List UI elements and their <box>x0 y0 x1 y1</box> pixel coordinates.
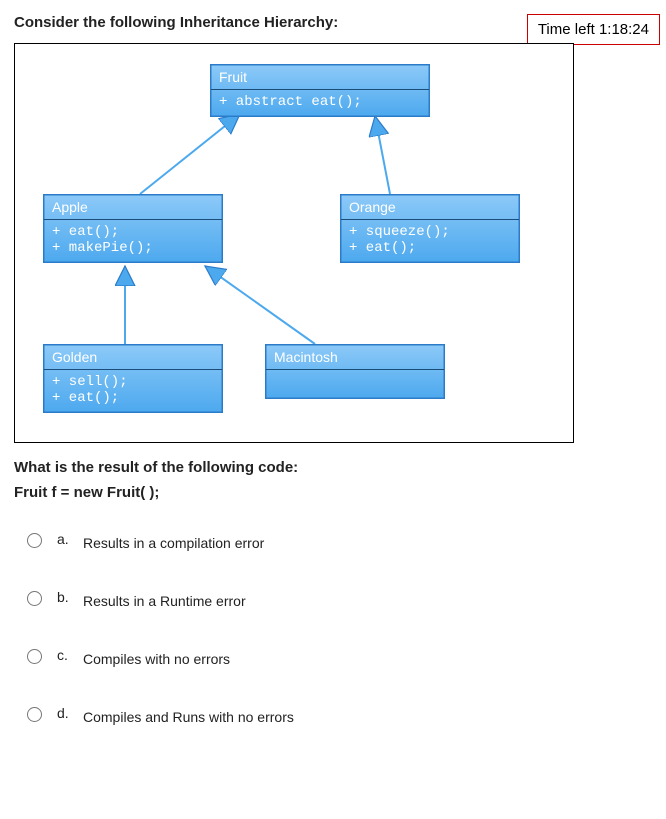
option-a-radio[interactable] <box>27 533 42 548</box>
uml-class-name: Golden <box>52 349 214 367</box>
uml-class-name: Apple <box>52 199 214 217</box>
uml-method: + eat(); <box>52 224 214 240</box>
option-text: Compiles with no errors <box>83 647 230 667</box>
option-b-radio[interactable] <box>27 591 42 606</box>
uml-class-fruit: Fruit + abstract eat(); <box>210 64 430 117</box>
uml-class-name: Macintosh <box>274 349 436 367</box>
answer-options: a. Results in a compilation error b. Res… <box>14 531 652 725</box>
question-code: Fruit f = new Fruit( ); <box>14 484 652 501</box>
option-letter: c. <box>57 647 71 663</box>
uml-method: + eat(); <box>349 240 511 256</box>
option-letter: a. <box>57 531 71 547</box>
option-letter: d. <box>57 705 71 721</box>
uml-class-orange: Orange + squeeze(); + eat(); <box>340 194 520 263</box>
question-text: What is the result of the following code… <box>14 459 652 476</box>
option-text: Results in a Runtime error <box>83 589 246 609</box>
uml-method: + eat(); <box>52 390 214 406</box>
uml-method: + abstract eat(); <box>219 94 421 110</box>
uml-method: + makePie(); <box>52 240 214 256</box>
uml-class-name: Fruit <box>219 69 421 87</box>
option-letter: b. <box>57 589 71 605</box>
uml-class-name: Orange <box>349 199 511 217</box>
option-d[interactable]: d. Compiles and Runs with no errors <box>14 705 652 725</box>
uml-method: + sell(); <box>52 374 214 390</box>
option-c-radio[interactable] <box>27 649 42 664</box>
option-text: Results in a compilation error <box>83 531 264 551</box>
uml-class-macintosh: Macintosh <box>265 344 445 399</box>
uml-method: + squeeze(); <box>349 224 511 240</box>
time-left-badge: Time left 1:18:24 <box>527 14 660 45</box>
option-text: Compiles and Runs with no errors <box>83 705 294 725</box>
option-c[interactable]: c. Compiles with no errors <box>14 647 652 667</box>
option-b[interactable]: b. Results in a Runtime error <box>14 589 652 609</box>
uml-class-apple: Apple + eat(); + makePie(); <box>43 194 223 263</box>
uml-diagram: Fruit + abstract eat(); Apple + eat(); +… <box>14 43 574 443</box>
option-a[interactable]: a. Results in a compilation error <box>14 531 652 551</box>
option-d-radio[interactable] <box>27 707 42 722</box>
uml-class-golden: Golden + sell(); + eat(); <box>43 344 223 413</box>
